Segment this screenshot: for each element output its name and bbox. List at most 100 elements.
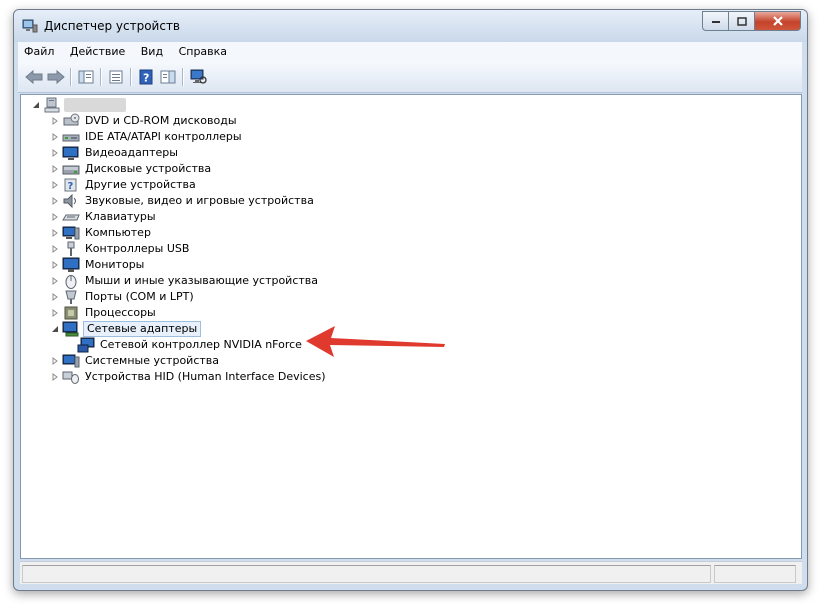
show-hide-console-tree-button[interactable] [76, 68, 96, 86]
tree-item-label: Сетевой контроллер NVIDIA nForce [100, 338, 302, 351]
help-button[interactable]: ? [136, 68, 156, 86]
tree-item-hid[interactable]: Устройства HID (Human Interface Devices) [50, 369, 328, 385]
tree-item-processors[interactable]: Процессоры [50, 305, 158, 321]
expand-arrow-icon[interactable] [50, 177, 60, 193]
tree-item-network-adapters[interactable]: Сетевые адаптеры [50, 321, 202, 337]
tree-item-label: Дисковые устройства [85, 162, 212, 175]
tree-item-dvd[interactable]: DVD и CD-ROM дисководы [50, 113, 239, 129]
tree-item-sound[interactable]: Звуковые, видео и игровые устройства [50, 193, 316, 209]
title-bar[interactable]: Диспетчер устройств [14, 10, 807, 42]
window-title: Диспетчер устройств [44, 19, 181, 33]
tree-item-monitors[interactable]: Мониторы [50, 257, 146, 273]
status-pane-main [22, 565, 711, 583]
device-manager-app-icon [22, 19, 38, 33]
expand-arrow-icon[interactable] [50, 145, 60, 161]
svg-text:?: ? [143, 72, 149, 85]
console-tree-icon [78, 70, 94, 84]
close-button[interactable] [754, 11, 801, 31]
mouse-icon [62, 273, 80, 289]
close-icon [772, 16, 783, 26]
computer-icon [62, 225, 80, 241]
expand-arrow-icon[interactable] [50, 369, 60, 385]
hid-icon [62, 369, 80, 385]
expand-arrow-icon[interactable] [50, 305, 60, 321]
tree-item-label: Другие устройства [85, 178, 196, 191]
unknown-device-icon: ? [62, 177, 80, 193]
port-icon [62, 289, 80, 305]
expand-arrow-icon[interactable] [50, 241, 60, 257]
tree-item-label: Системные устройства [85, 354, 219, 367]
tree-item-label: Клавиатуры [85, 210, 156, 223]
maximize-button[interactable] [728, 11, 754, 31]
maximize-icon [736, 16, 747, 26]
properties-button[interactable] [106, 68, 126, 86]
expand-arrow-icon[interactable] [50, 129, 60, 145]
tree-item-label: DVD и CD-ROM дисководы [85, 114, 237, 127]
expand-arrow-icon[interactable] [50, 225, 60, 241]
tree-item-label: Устройства HID (Human Interface Devices) [85, 370, 326, 383]
tree-item-keyboards[interactable]: Клавиатуры [50, 209, 158, 225]
menu-file[interactable]: Файл [18, 42, 60, 58]
collapse-arrow-icon[interactable] [31, 97, 41, 113]
tree-item-other-devices[interactable]: ? Другие устройства [50, 177, 198, 193]
tree-item-usb[interactable]: Контроллеры USB [50, 241, 191, 257]
tree-item-nvidia-nforce[interactable]: Сетевой контроллер NVIDIA nForce [77, 337, 304, 353]
action-pane-button[interactable] [158, 68, 178, 86]
tree-item-label: Мониторы [85, 258, 145, 271]
minimize-button[interactable] [702, 11, 728, 31]
menu-help[interactable]: Справка [173, 42, 233, 58]
red-annotation-arrow-icon [306, 326, 445, 357]
tree-item-label: Порты (COM и LPT) [85, 290, 194, 303]
expand-arrow-icon[interactable] [50, 353, 60, 369]
tree-root[interactable] [31, 97, 126, 113]
expand-arrow-icon[interactable] [50, 161, 60, 177]
menu-action[interactable]: Действие [64, 42, 131, 58]
computer-root-icon [43, 97, 61, 113]
expand-arrow-icon[interactable] [50, 113, 60, 129]
tree-item-mice[interactable]: Мыши и иные указывающие устройства [50, 273, 320, 289]
usb-icon [62, 241, 80, 257]
scan-hardware-button[interactable] [188, 68, 208, 86]
status-bar [20, 561, 802, 584]
tree-item-label: Контроллеры USB [85, 242, 190, 255]
expand-arrow-icon[interactable] [50, 289, 60, 305]
toolbar: ? [18, 62, 802, 93]
tree-item-label: Мыши и иные указывающие устройства [85, 274, 319, 287]
expand-arrow-icon[interactable] [50, 273, 60, 289]
disk-drive-icon [62, 161, 80, 177]
tree-item-display-adapters[interactable]: Видеоадаптеры [50, 145, 180, 161]
tree-item-computer[interactable]: Компьютер [50, 225, 153, 241]
minimize-icon [711, 21, 720, 23]
expand-arrow-icon[interactable] [50, 257, 60, 273]
forward-arrow-icon [47, 70, 65, 84]
action-pane-icon [160, 70, 176, 84]
tree-item-system-devices[interactable]: Системные устройства [50, 353, 221, 369]
device-manager-window: Диспетчер устройств Файл Действие Вид Сп… [13, 9, 808, 591]
tree-item-ide[interactable]: IDE ATA/ATAPI контроллеры [50, 129, 244, 145]
display-adapter-icon [62, 145, 80, 161]
menu-view[interactable]: Вид [135, 42, 169, 58]
dvd-drive-icon [62, 113, 80, 129]
expand-arrow-icon[interactable] [50, 209, 60, 225]
back-button[interactable] [24, 68, 44, 86]
collapse-arrow-icon[interactable] [50, 321, 60, 337]
tree-item-label: Видеоадаптеры [85, 146, 178, 159]
processor-icon [62, 305, 80, 321]
network-card-icon [77, 337, 95, 353]
tree-item-disk-drives[interactable]: Дисковые устройства [50, 161, 213, 177]
scan-hardware-icon [190, 69, 207, 84]
back-arrow-icon [25, 70, 43, 84]
system-device-icon [62, 353, 80, 369]
menu-bar: Файл Действие Вид Справка [18, 42, 802, 62]
tree-item-label: Сетевые адаптеры [83, 321, 202, 337]
tree-item-label: Процессоры [85, 306, 156, 319]
help-icon: ? [139, 69, 153, 85]
forward-button[interactable] [46, 68, 66, 86]
keyboard-icon [62, 209, 80, 225]
tree-item-label: Звуковые, видео и игровые устройства [85, 194, 314, 207]
properties-icon [109, 70, 123, 84]
expand-arrow-icon[interactable] [50, 193, 60, 209]
svg-text:?: ? [68, 181, 74, 192]
tree-item-ports[interactable]: Порты (COM и LPT) [50, 289, 196, 305]
sound-icon [62, 193, 80, 209]
